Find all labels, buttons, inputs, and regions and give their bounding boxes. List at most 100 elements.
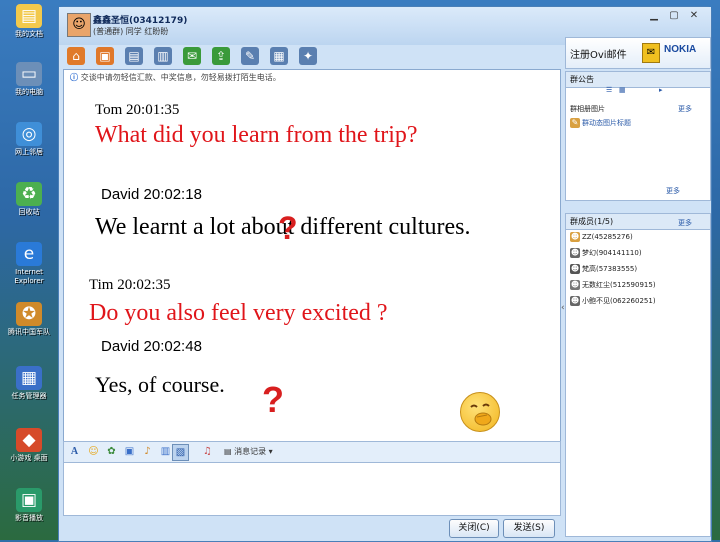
tools-icon[interactable]: ✎ <box>241 47 259 65</box>
note-icon: ✎ <box>570 118 580 128</box>
app-icon[interactable]: ▦ <box>270 47 288 65</box>
member-name: 无数红尘(512590915) <box>582 281 656 289</box>
desktop-icon-8[interactable]: ▣ 影音播放 <box>4 488 54 523</box>
member-name: 梵高(57383555) <box>582 265 638 273</box>
thinking-emoji-icon <box>460 392 500 432</box>
member-name: 梦幻(904141110) <box>582 249 642 257</box>
member-row[interactable]: ☻ 小鲍不见(062260251) <box>570 296 656 306</box>
security-notice-text: 交谈中请勿轻信汇款、中奖信息，勿轻易拨打陌生电话。 <box>80 73 281 82</box>
format-toolbar: A ☺ ✿ ▣ ♪ ▥ ▧ ♫ ▤ 消息记录 ▾ <box>63 441 561 463</box>
member-row[interactable]: ☻ 无数红尘(512590915) <box>570 280 656 290</box>
magic-icon[interactable]: ✿ <box>104 444 119 459</box>
chevron-down-icon: ▾ <box>266 447 273 456</box>
recycle-bin-icon: ♻ <box>16 182 42 206</box>
settings-icon[interactable]: ✦ <box>299 47 317 65</box>
announcement-panel-more-link[interactable]: 更多 <box>666 186 680 196</box>
group-avatar-icon[interactable]: ☺ <box>67 13 91 37</box>
file-icon[interactable]: ▥ <box>154 47 172 65</box>
desktop-icon-label: 回收站 <box>18 208 40 216</box>
message-text-1: What did you learn from the trip? <box>95 122 418 148</box>
chat-window: ☺ 鑫鑫圣恒(03412179) (普通群) 同学 红盼盼 ▁ ▢ ✕ ⌂ ▣ ▤ ▥… <box>58 6 712 542</box>
history-icon: ▤ <box>224 447 235 456</box>
message-text-3: Do you also feel very excited ? <box>89 300 388 326</box>
members-panel: 群成员(1/5) ☻ ZZ(45285276) ☻ 梦幻(904141110) ☻ 梵高(… <box>565 213 711 537</box>
banner-text: 注册Ovi邮件 <box>570 50 627 61</box>
desktop-icon-label: 小游戏 桌面 <box>10 454 48 462</box>
folder-icon: ▤ <box>16 4 42 28</box>
gift-icon[interactable]: ▣ <box>122 444 137 459</box>
window-subtitle: (普通群) 同学 红盼盼 <box>93 27 169 36</box>
desktop-icon-label: 我的文档 <box>15 30 43 38</box>
member-row[interactable]: ☻ 梦幻(904141110) <box>570 248 642 258</box>
send-bar: 关闭(C) 发送(S) <box>63 515 559 539</box>
member-avatar-icon: ☻ <box>570 296 580 306</box>
mail-icon: ✉ <box>642 43 660 63</box>
history-label: 消息记录 <box>234 447 267 456</box>
desktop-icon-1[interactable]: ▭ 我的电脑 <box>4 62 54 97</box>
message-sender-1: Tom 20:01:35 <box>95 102 180 118</box>
message-sender-3: Tim 20:02:35 <box>89 277 171 293</box>
main-toolbar: ⌂ ▣ ▤ ▥ ✉ ⇪ ✎ ▦ ✦ <box>59 45 559 69</box>
maximize-button[interactable]: ▢ <box>665 9 683 22</box>
desktop-icon-7[interactable]: ◆ 小游戏 桌面 <box>4 428 54 463</box>
member-avatar-icon: ☻ <box>570 232 580 242</box>
computer-icon: ▭ <box>16 62 42 86</box>
desktop-icon-5[interactable]: ✪ 腾讯中国军队 <box>4 302 54 337</box>
desktop-icon-6[interactable]: ▦ 任务管理器 <box>4 366 54 401</box>
music-icon[interactable]: ♫ <box>200 444 215 459</box>
info-icon: ⓘ <box>70 73 81 82</box>
share-icon[interactable]: ⇪ <box>212 47 230 65</box>
desktop-icon-label: 腾讯中国军队 <box>8 328 50 336</box>
desktop-icon-label: 我的电脑 <box>15 88 43 96</box>
mail-icon[interactable]: ✉ <box>183 47 201 65</box>
announcement-item[interactable]: ✎ 群动态图片标题 <box>570 118 631 128</box>
desktop-icon-2[interactable]: ◎ 网上邻居 <box>4 122 54 157</box>
announcement-panel: 群公告 ☰ ▦ ▸ 群相册图片 更多 ✎ 群动态图片标题 更多 <box>565 71 711 201</box>
image-icon[interactable]: ▧ <box>172 444 189 461</box>
nokia-logo: NOKIA <box>664 44 697 55</box>
member-avatar-icon: ☻ <box>570 264 580 274</box>
member-row[interactable]: ☻ ZZ(45285276) <box>570 232 633 242</box>
message-input[interactable] <box>63 462 561 516</box>
chat-history[interactable]: ⓘ 交谈中请勿轻信汇款、中奖信息，勿轻易拨打陌生电话。 Tom 20:01:35… <box>63 69 561 443</box>
announcement-more-link[interactable]: 更多 <box>678 104 692 114</box>
desktop-icon-label: 网上邻居 <box>15 148 43 156</box>
announcement-title: 群相册图片 <box>570 105 605 113</box>
doc-icon[interactable]: ▤ <box>125 47 143 65</box>
member-row[interactable]: ☻ 梵高(57383555) <box>570 264 637 274</box>
ie-icon: e <box>16 242 42 266</box>
close-window-button[interactable]: ✕ <box>685 9 703 22</box>
ovi-banner[interactable]: 注册Ovi邮件 ✉ NOKIA <box>565 37 711 69</box>
desktop-icon-label: 任务管理器 <box>11 392 47 400</box>
minimize-button[interactable]: ▁ <box>645 9 663 22</box>
question-mark-1: ? <box>278 210 298 246</box>
close-button[interactable]: 关闭(C) <box>449 519 499 538</box>
desktop-icon-4[interactable]: e Internet Explorer <box>4 242 54 286</box>
send-button[interactable]: 发送(S) <box>503 519 555 538</box>
right-sidebar: 注册Ovi邮件 ✉ NOKIA 群公告 ☰ ▦ ▸ 群相册图片 更多 ✎ 群动态图… <box>565 37 711 539</box>
font-button[interactable]: A <box>67 444 82 459</box>
desktop-icon-0[interactable]: ▤ 我的文档 <box>4 4 54 39</box>
message-text-4: Yes, of course. <box>95 372 225 397</box>
message-history-button[interactable]: ▤ 消息记录 ▾ <box>224 444 294 459</box>
window-title: 鑫鑫圣恒(03412179) <box>93 16 188 26</box>
network-icon: ◎ <box>16 122 42 146</box>
view-toggle-icon[interactable]: ☰ ▦ ▸ <box>606 86 662 94</box>
member-name: ZZ(45285276) <box>582 233 633 241</box>
sound-icon[interactable]: ♪ <box>140 444 155 459</box>
emoticon-icon[interactable]: ☺ <box>86 444 101 459</box>
task-manager-icon: ▦ <box>16 366 42 390</box>
screenshot-icon[interactable]: ▥ <box>158 444 173 459</box>
desktop-icon-3[interactable]: ♻ 回收站 <box>4 182 54 217</box>
message-sender-4: David 20:02:48 <box>101 338 202 355</box>
message-sender-2: David 20:02:18 <box>101 186 202 203</box>
member-avatar-icon: ☻ <box>570 248 580 258</box>
security-notice: ⓘ 交谈中请勿轻信汇款、中奖信息，勿轻易拨打陌生电话。 <box>70 72 281 83</box>
members-more-link[interactable]: 更多 <box>678 218 692 228</box>
penguin-icon: ◆ <box>16 428 42 452</box>
home-icon[interactable]: ⌂ <box>67 47 85 65</box>
announcement-item-label: 群动态图片标题 <box>582 119 631 127</box>
media-icon: ▣ <box>16 488 42 512</box>
video-call-icon[interactable]: ▣ <box>96 47 114 65</box>
question-mark-2: ? <box>262 379 284 420</box>
